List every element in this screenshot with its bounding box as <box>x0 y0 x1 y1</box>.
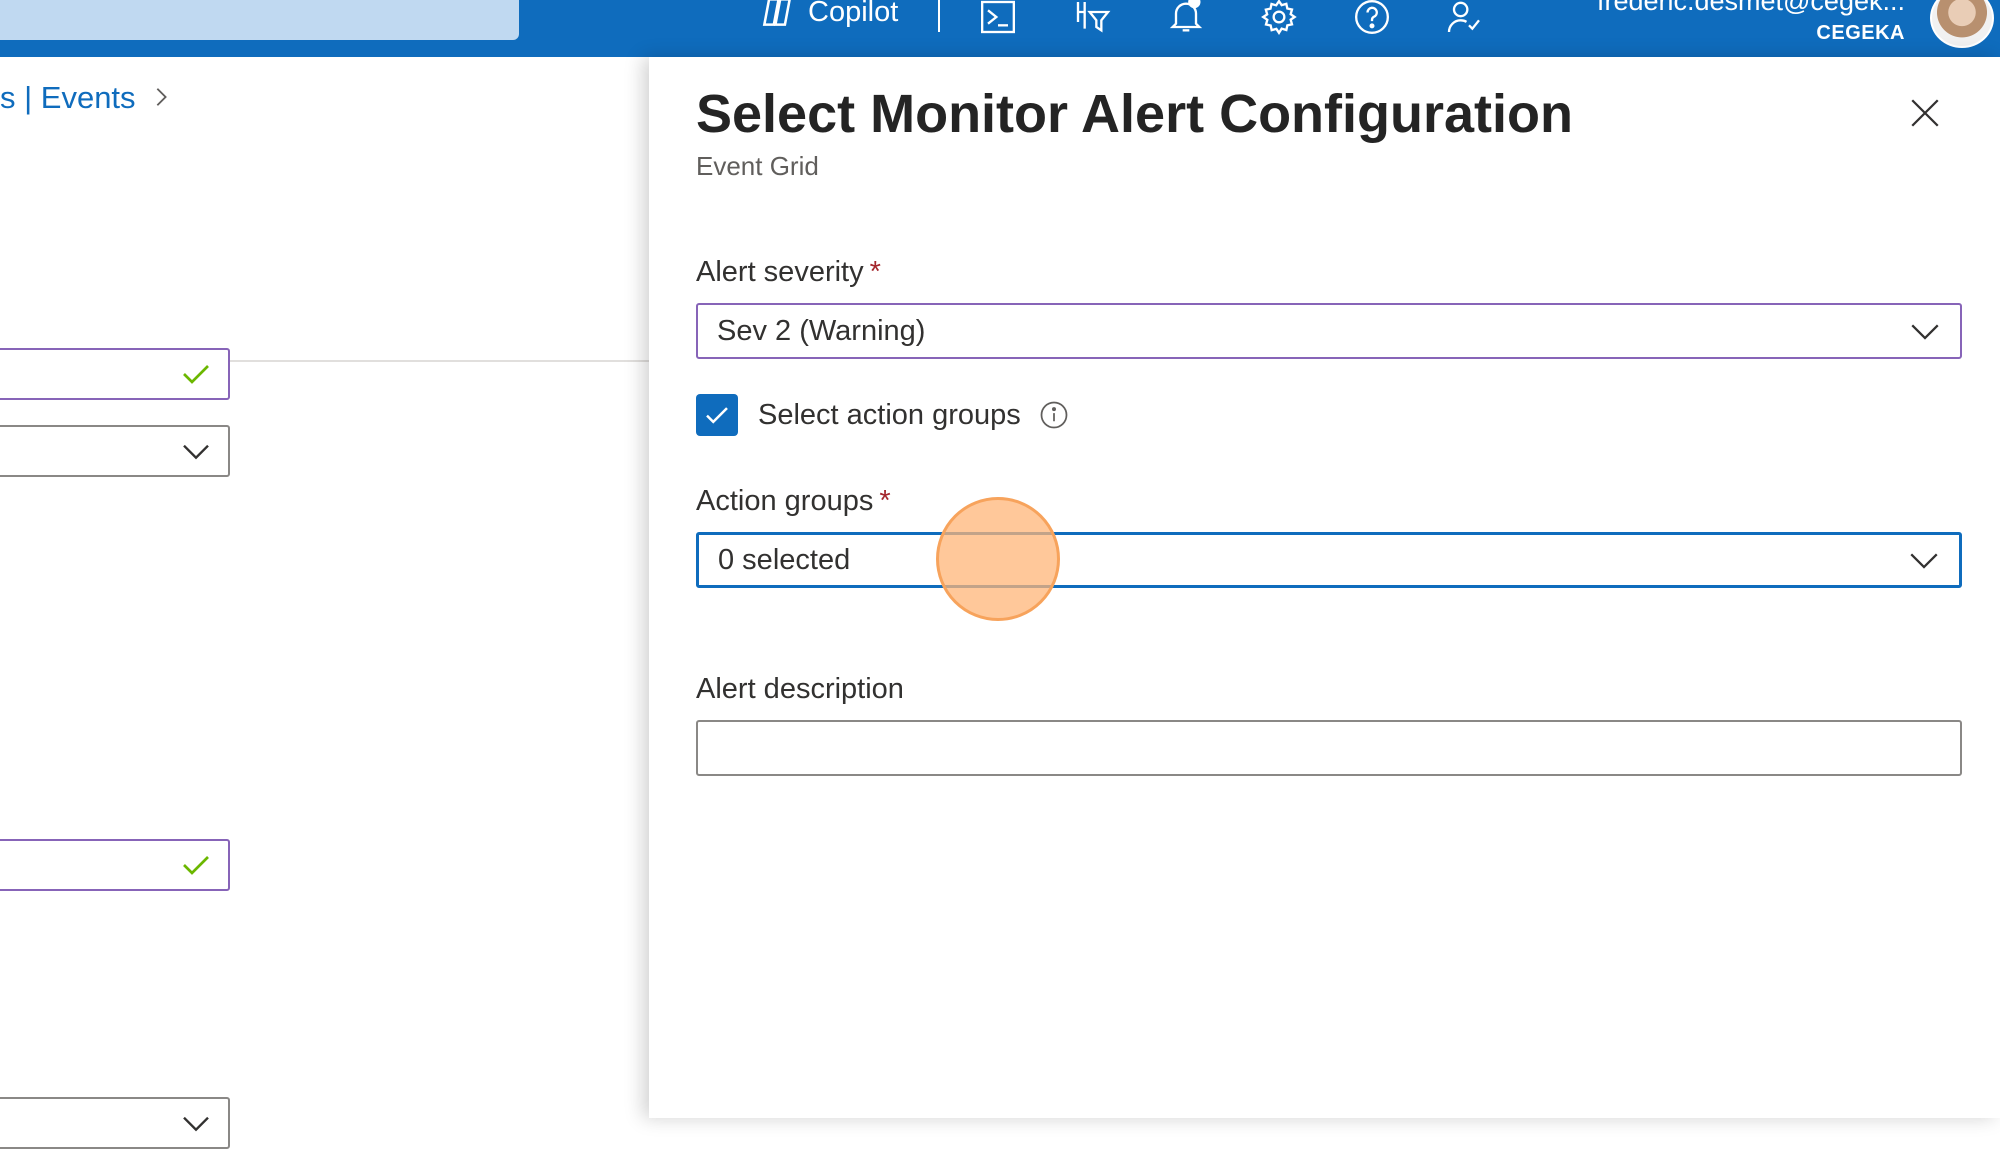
user-email[interactable]: frederic.desmet@cegek... <box>1597 0 1905 17</box>
alert-description-input[interactable] <box>696 720 1962 776</box>
cloud-shell-button[interactable] <box>975 0 1021 40</box>
close-icon <box>1911 99 1939 127</box>
notifications-icon <box>1169 0 1203 32</box>
required-mark: * <box>869 256 881 288</box>
background-dropdown[interactable] <box>0 1097 230 1149</box>
alert-severity-value: Sev 2 (Warning) <box>717 314 926 347</box>
alert-configuration-panel: Select Monitor Alert Configuration Event… <box>649 57 2000 1118</box>
chevron-down-icon <box>1908 314 1942 348</box>
help-button[interactable] <box>1349 0 1395 40</box>
panel-subtitle: Event Grid <box>696 151 819 181</box>
chevron-down-icon <box>183 444 209 460</box>
alert-severity-dropdown[interactable]: Sev 2 (Warning) <box>696 303 1962 359</box>
copilot-label: Copilot <box>808 0 899 28</box>
close-button[interactable] <box>1903 91 1947 135</box>
select-action-groups-row: Select action groups <box>696 391 1069 439</box>
global-search-box[interactable] <box>0 0 519 40</box>
alert-severity-label-text: Alert severity <box>696 256 864 288</box>
background-validated-field[interactable] <box>0 348 230 400</box>
copilot-icon <box>762 0 791 26</box>
feedback-icon <box>1447 1 1480 33</box>
action-groups-label-text: Action groups <box>696 485 874 517</box>
info-icon[interactable] <box>1039 400 1069 430</box>
required-mark: * <box>879 485 891 517</box>
topbar-separator <box>938 0 940 32</box>
settings-icon <box>1261 0 1297 35</box>
top-bar: Copilot frederic.desmet@cegek... CEGEKA <box>0 0 2000 57</box>
notifications-button[interactable] <box>1163 0 1209 40</box>
alert-severity-label: Alert severity * <box>696 256 881 289</box>
action-groups-label: Action groups * <box>696 485 891 518</box>
user-organization: CEGEKA <box>1816 22 1905 44</box>
background-dropdown[interactable] <box>0 425 230 477</box>
alert-description-label: Alert description <box>696 673 904 705</box>
background-validated-field[interactable] <box>0 839 230 891</box>
settings-button[interactable] <box>1256 0 1302 40</box>
help-icon <box>1355 0 1389 34</box>
copilot-button[interactable]: Copilot <box>758 0 898 34</box>
select-action-groups-checkbox[interactable] <box>696 394 738 436</box>
action-groups-dropdown[interactable]: 0 selected <box>696 532 1962 588</box>
select-action-groups-label[interactable]: Select action groups <box>758 399 1021 432</box>
panel-title: Select Monitor Alert Configuration <box>696 84 1573 144</box>
chevron-down-icon <box>183 1116 209 1132</box>
action-groups-value: 0 selected <box>718 543 851 576</box>
directory-filter-button[interactable] <box>1070 0 1116 40</box>
cloud-shell-icon <box>981 0 1015 34</box>
checkmark-icon <box>183 856 209 875</box>
checkmark-icon <box>183 365 209 384</box>
breadcrumb-link-events[interactable]: s | Events <box>0 80 136 116</box>
breadcrumb: s | Events <box>0 80 172 116</box>
avatar[interactable] <box>1930 0 1994 48</box>
directory-filter-icon <box>1076 2 1111 33</box>
chevron-down-icon <box>1907 543 1941 577</box>
chevron-right-icon <box>150 80 172 116</box>
checkmark-icon <box>706 407 728 424</box>
feedback-button[interactable] <box>1441 0 1487 40</box>
